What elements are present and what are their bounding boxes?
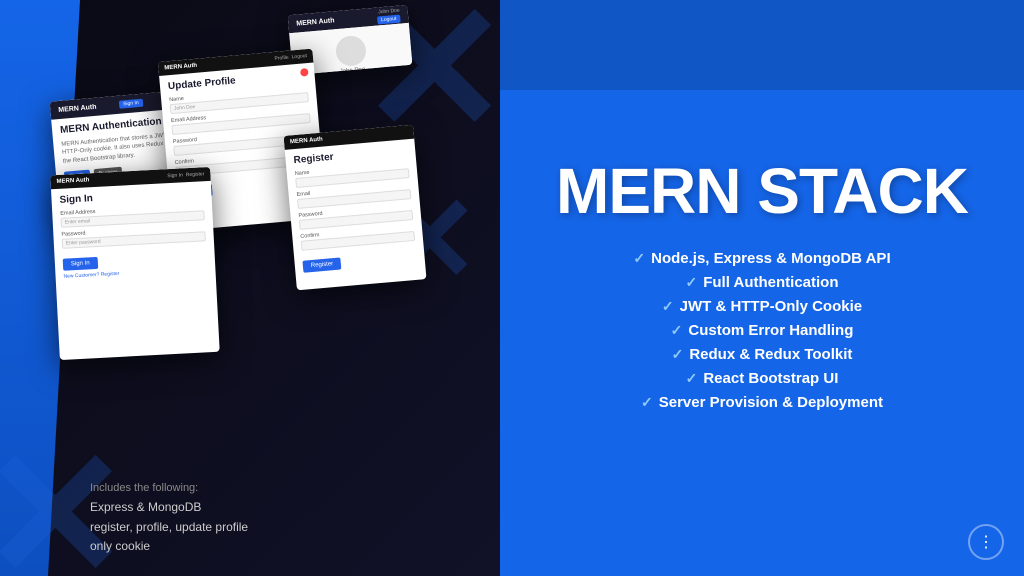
feature-item-5: ✓ Redux & Redux Toolkit bbox=[540, 346, 984, 363]
register-topbar-title: MERN Auth bbox=[290, 137, 323, 146]
profile-nav-logout: Logout bbox=[291, 53, 307, 60]
signin-pw-placeholder: Enter password bbox=[66, 239, 101, 247]
feature-item-7: ✓ Server Provision & Deployment bbox=[540, 394, 984, 411]
feature-register-profile: register, profile, update profile bbox=[90, 520, 248, 534]
profile-topbar-title: MERN Auth bbox=[164, 63, 197, 72]
feature-label-7: Server Provision & Deployment bbox=[659, 394, 883, 411]
bottom-icon-symbol: ⋮ bbox=[978, 532, 994, 552]
signin-nav-sign: Sign In bbox=[167, 172, 183, 179]
feature-item-2: ✓ Full Authentication bbox=[540, 274, 984, 291]
feature-item-6: ✓ React Bootstrap UI bbox=[540, 370, 984, 387]
check-icon-5: ✓ bbox=[672, 346, 684, 363]
check-icon-1: ✓ bbox=[633, 250, 645, 267]
check-icon-4: ✓ bbox=[671, 322, 683, 339]
feature-label-2: Full Authentication bbox=[703, 274, 838, 291]
profile-nav-link: Profile bbox=[274, 55, 289, 62]
profile-close-btn bbox=[300, 68, 309, 77]
left-panel: ✕ ✕ ✕ MERN Auth John Doe Logout John Doe… bbox=[0, 0, 500, 576]
reg-submit-btn[interactable]: Register bbox=[302, 257, 341, 272]
feature-item-1: ✓ Node.js, Express & MongoDB API bbox=[540, 250, 984, 267]
feature-cookie: only cookie bbox=[90, 539, 150, 553]
bottom-circle-icon[interactable]: ⋮ bbox=[968, 524, 1004, 560]
check-icon-2: ✓ bbox=[686, 274, 698, 291]
left-text-content: Includes the following: Express & MongoD… bbox=[0, 462, 500, 576]
right-panel: MERN STACK ✓ Node.js, Express & MongoDB … bbox=[500, 0, 1024, 576]
mock-card-register: MERN Auth Register Name Email Password C… bbox=[283, 125, 426, 291]
feature-label-5: Redux & Redux Toolkit bbox=[689, 346, 852, 363]
signin-submit-btn[interactable]: Sign In bbox=[63, 257, 98, 271]
check-icon-3: ✓ bbox=[662, 298, 674, 315]
feature-label-1: Node.js, Express & MongoDB API bbox=[651, 250, 890, 267]
features-text: Express & MongoDB register, profile, upd… bbox=[90, 498, 470, 556]
feature-label-4: Custom Error Handling bbox=[688, 322, 853, 339]
feature-label-6: React Bootstrap UI bbox=[703, 370, 838, 387]
profile-name-value: John Doe bbox=[174, 104, 196, 112]
signin-title: Sign In bbox=[59, 187, 203, 206]
feature-item-3: ✓ JWT & HTTP-Only Cookie bbox=[540, 298, 984, 315]
feature-label-3: JWT & HTTP-Only Cookie bbox=[680, 298, 863, 315]
right-top-stripe bbox=[500, 0, 1024, 90]
top-logout-btn: Logout bbox=[377, 14, 401, 24]
check-icon-7: ✓ bbox=[641, 394, 653, 411]
mern-stack-title: MERN STACK bbox=[556, 158, 968, 225]
signin-email-placeholder: Enter email bbox=[65, 218, 91, 225]
check-icon-6: ✓ bbox=[686, 370, 698, 387]
feature-express-mongodb: Express & MongoDB bbox=[90, 500, 201, 514]
includes-label: Includes the following: bbox=[90, 482, 470, 494]
mock-card-signin: MERN Auth Sign In Register Sign In Email… bbox=[50, 167, 219, 360]
features-list: ✓ Node.js, Express & MongoDB API ✓ Full … bbox=[540, 250, 984, 418]
signin-topbar-title: MERN Auth bbox=[56, 177, 89, 185]
signin-nav-register: Register bbox=[186, 171, 205, 178]
auth-signin-nav: Sign In bbox=[119, 99, 143, 109]
auth-topbar-title: MERN Auth bbox=[58, 103, 97, 113]
feature-item-4: ✓ Custom Error Handling bbox=[540, 322, 984, 339]
screenshots-area: MERN Auth John Doe Logout John Doe MERN … bbox=[0, 0, 500, 476]
top-profile-user: John Doe bbox=[378, 7, 400, 15]
